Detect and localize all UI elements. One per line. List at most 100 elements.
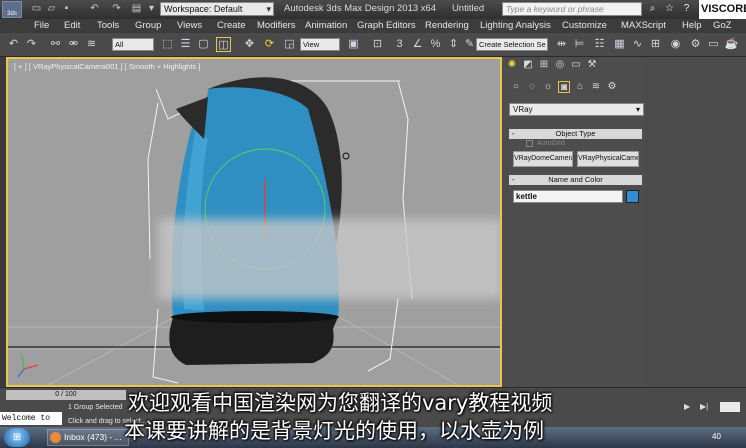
align-icon[interactable]: ⊨ [572, 37, 587, 52]
undo-icon[interactable]: ↶ [88, 2, 101, 15]
shapes-icon[interactable]: ◌ [526, 81, 538, 93]
select-object-icon[interactable]: ⬚ [160, 37, 175, 52]
time-slider[interactable]: 0 / 100 [6, 390, 126, 400]
utilities-tab-icon[interactable]: ⚒ [586, 59, 598, 71]
object-type-rollout[interactable]: - Object Type [509, 129, 642, 139]
redo-icon[interactable]: ↷ [24, 37, 39, 52]
current-frame-field[interactable] [720, 402, 740, 412]
category-select[interactable]: VRay ▾ [509, 103, 644, 116]
menu-goz[interactable]: GoZ [713, 20, 731, 31]
app-title: Autodesk 3ds Max Design 2013 x64 [284, 3, 437, 14]
collapse-icon: - [512, 175, 515, 184]
spinner-snap-icon[interactable]: ⇕ [446, 37, 461, 52]
menu-group[interactable]: Group [135, 20, 161, 31]
autogrid-label: AutoGrid [537, 140, 565, 147]
start-button-icon[interactable]: ⊞ [4, 428, 30, 447]
right-panel-area [646, 57, 746, 387]
autogrid-checkbox[interactable] [526, 140, 533, 147]
modify-tab-icon[interactable]: ◩ [522, 59, 534, 71]
geometry-icon[interactable]: ○ [510, 81, 522, 93]
menu-bar: File Edit Tools Group Views Create Modif… [0, 19, 746, 33]
undo-icon[interactable]: ↶ [6, 37, 21, 52]
snaps-toggle-icon[interactable]: 3 [392, 37, 407, 52]
motion-tab-icon[interactable]: ◎ [554, 59, 566, 71]
new-file-icon[interactable]: ▭ [30, 2, 43, 15]
graphite-tools-icon[interactable]: ▦ [612, 37, 627, 52]
vray-dome-camera-button[interactable]: VRayDomeCamera [513, 151, 573, 167]
menu-lighting-analysis[interactable]: Lighting Analysis [480, 20, 551, 31]
menu-edit[interactable]: Edit [64, 20, 80, 31]
menu-modifiers[interactable]: Modifiers [257, 20, 296, 31]
select-by-name-icon[interactable]: ☰ [178, 37, 193, 52]
mirror-icon[interactable]: ⇹ [554, 37, 569, 52]
menu-views[interactable]: Views [177, 20, 202, 31]
edit-named-selection-icon[interactable]: ✎ [462, 37, 477, 52]
object-type-rollout-title: Object Type [555, 129, 596, 138]
systems-icon[interactable]: ⚙ [606, 81, 618, 93]
object-name-field[interactable]: kettle [513, 190, 623, 203]
document-title: Untitled [451, 3, 485, 14]
menu-animation[interactable]: Animation [305, 20, 347, 31]
menu-tools[interactable]: Tools [97, 20, 119, 31]
blurred-overlay [158, 219, 500, 299]
percent-snap-icon[interactable]: % [428, 37, 443, 52]
named-selection-set-input[interactable]: Create Selection Se [476, 38, 548, 51]
unlink-icon[interactable]: ⚮ [66, 37, 81, 52]
move-icon[interactable]: ✥ [242, 37, 257, 52]
chevron-down-icon: ▾ [266, 4, 271, 14]
rectangular-selection-icon[interactable]: ▢ [196, 37, 211, 52]
schematic-view-icon[interactable]: ⊞ [648, 37, 663, 52]
material-editor-icon[interactable]: ◉ [668, 37, 683, 52]
selection-filter-select[interactable]: All [112, 38, 154, 51]
save-file-icon[interactable]: ▪ [60, 2, 73, 15]
layer-manager-icon[interactable]: ☷ [592, 37, 607, 52]
menu-help[interactable]: Help [682, 20, 702, 31]
render-setup-icon[interactable]: ⚙ [688, 37, 703, 52]
cameras-icon[interactable]: ◙ [558, 81, 570, 93]
bind-space-warp-icon[interactable]: ≋ [84, 37, 99, 52]
display-tab-icon[interactable]: ▭ [570, 59, 582, 71]
angle-snap-icon[interactable]: ∠ [410, 37, 425, 52]
helpers-icon[interactable]: ⌂ [574, 81, 586, 93]
redo-icon[interactable]: ↷ [110, 2, 123, 15]
open-file-icon[interactable]: ▱ [45, 2, 58, 15]
subscription-icon[interactable]: ☆ [663, 2, 676, 15]
play-icon[interactable]: ▶ [684, 402, 696, 412]
rotate-icon[interactable]: ⟳ [262, 37, 277, 52]
render-production-icon[interactable]: ☕ [724, 37, 739, 52]
menu-rendering[interactable]: Rendering [425, 20, 469, 31]
maxscript-listener-input[interactable]: Welcome to [0, 412, 62, 425]
vray-physical-camera-button[interactable]: VRayPhysicalCamera [577, 151, 639, 167]
reference-coordinate-select[interactable]: View [300, 38, 340, 51]
search-input[interactable]: Type a keyword or phrase [502, 2, 642, 16]
quick-access-dropdown-icon[interactable]: ▾ [145, 2, 158, 15]
camera-viewport[interactable]: [ + ] [ VRayPhysicalCamera001 ] [ Smooth… [6, 57, 502, 387]
menu-maxscript[interactable]: MAXScript [621, 20, 666, 31]
menu-create[interactable]: Create [217, 20, 246, 31]
window-crossing-icon[interactable]: ◫ [216, 37, 231, 52]
project-folder-icon[interactable]: ▤ [130, 2, 143, 15]
space-warps-icon[interactable]: ≋ [590, 81, 602, 93]
scale-icon[interactable]: ◲ [282, 37, 297, 52]
name-and-color-rollout[interactable]: - Name and Color [509, 175, 642, 185]
rendered-frame-window-icon[interactable]: ▭ [706, 37, 721, 52]
app-logo[interactable]: 3ds [2, 1, 22, 18]
object-color-swatch[interactable] [626, 190, 639, 203]
select-manipulate-icon[interactable]: ⊡ [370, 37, 385, 52]
next-frame-icon[interactable]: ▶| [700, 402, 712, 412]
chevron-down-icon: ▾ [635, 105, 640, 114]
link-icon[interactable]: ⚯ [48, 37, 63, 52]
menu-file[interactable]: File [34, 20, 49, 31]
curve-editor-icon[interactable]: ∿ [630, 37, 645, 52]
workspace-select[interactable]: Workspace: Default ▾ [160, 2, 274, 16]
search-icon[interactable]: ⌕ [646, 2, 659, 15]
lights-icon[interactable]: ☼ [542, 81, 554, 93]
hierarchy-tab-icon[interactable]: ⊞ [538, 59, 550, 71]
menu-customize[interactable]: Customize [562, 20, 607, 31]
help-icon[interactable]: ? [680, 2, 693, 15]
pivot-center-icon[interactable]: ▣ [346, 37, 361, 52]
collapse-icon: - [512, 129, 515, 138]
menu-graph-editors[interactable]: Graph Editors [357, 20, 416, 31]
taskbar-app-inbox[interactable]: Inbox (473) - ... [47, 429, 129, 446]
create-tab-icon[interactable]: ✺ [506, 59, 518, 71]
